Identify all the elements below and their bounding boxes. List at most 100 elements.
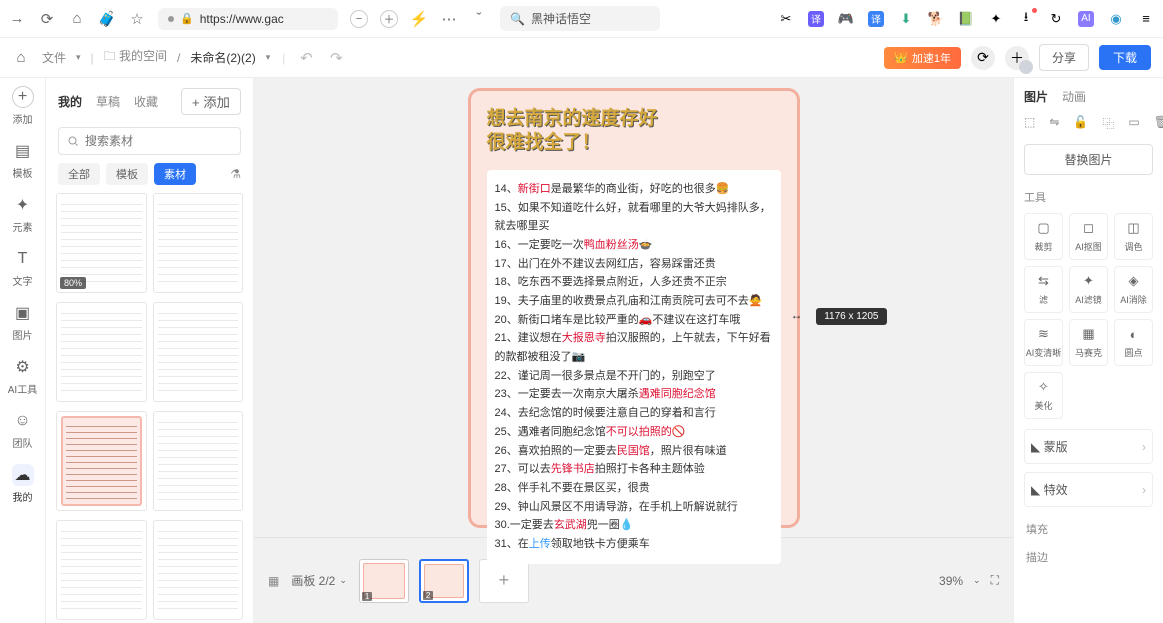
download-button[interactable]: 下载 bbox=[1099, 45, 1151, 70]
asset-thumb[interactable] bbox=[56, 411, 147, 511]
tool-裁剪[interactable]: ▢裁剪 bbox=[1024, 213, 1063, 260]
rail-add[interactable]: +添加 bbox=[12, 86, 34, 126]
asset-thumb[interactable] bbox=[153, 302, 244, 402]
rail-mine[interactable]: ☁我的 bbox=[12, 464, 34, 504]
replace-image-button[interactable]: 替换图片 bbox=[1024, 144, 1153, 175]
flip-icon[interactable]: ⇋ bbox=[1049, 115, 1059, 132]
zoom-out-icon[interactable]: − bbox=[350, 10, 368, 28]
rail-team[interactable]: ☺团队 bbox=[12, 410, 34, 450]
ext-book-icon[interactable]: 📗 bbox=[957, 10, 975, 28]
share-button[interactable]: 分享 bbox=[1039, 44, 1089, 71]
star-icon[interactable]: ☆ bbox=[128, 10, 146, 28]
fill-label: 填充 bbox=[1024, 515, 1153, 543]
filter-template[interactable]: 模板 bbox=[106, 163, 148, 185]
reload-icon[interactable]: ⟳ bbox=[38, 10, 56, 28]
artboard[interactable]: 想去南京的速度存好 很难找全了！ 14、新街口是最繁华的商业街，好吃的也很多🍔1… bbox=[468, 88, 800, 528]
size-tooltip: 1176 x 1205 bbox=[816, 308, 886, 325]
back-icon[interactable]: → bbox=[8, 10, 26, 28]
tool-AI变清晰[interactable]: ≋AI变清晰 bbox=[1024, 319, 1063, 366]
undo-icon[interactable]: ↶ bbox=[297, 49, 315, 67]
page-thumb-1[interactable]: 1 bbox=[359, 559, 409, 603]
tab-draft[interactable]: 草稿 bbox=[96, 93, 120, 110]
rail-template[interactable]: ▤模板 bbox=[12, 140, 34, 180]
ext-swirl-icon[interactable]: ◉ bbox=[1107, 10, 1125, 28]
tool-滤[interactable]: ⇆滤 bbox=[1024, 266, 1063, 313]
rp-tab-anim[interactable]: 动画 bbox=[1062, 88, 1086, 105]
copy-icon[interactable]: ⿻ bbox=[1102, 115, 1114, 132]
add-asset-button[interactable]: + 添加 bbox=[181, 88, 241, 115]
canvas[interactable]: 想去南京的速度存好 很难找全了！ 14、新街口是最繁华的商业街，好吃的也很多🍔1… bbox=[254, 78, 1013, 537]
ext-download-icon[interactable]: ⬇ bbox=[897, 10, 915, 28]
asset-search-input[interactable] bbox=[58, 127, 241, 155]
fx-row[interactable]: ◣ 特效› bbox=[1024, 472, 1153, 507]
ext-translate-icon[interactable]: 译 bbox=[807, 10, 825, 28]
filter-all[interactable]: 全部 bbox=[58, 163, 100, 185]
asset-thumb[interactable]: 80% bbox=[56, 193, 147, 293]
rail-image[interactable]: ▣图片 bbox=[12, 302, 34, 342]
ext-refresh-icon[interactable]: ↻ bbox=[1047, 10, 1065, 28]
zoom-in-icon[interactable]: ＋ bbox=[380, 10, 398, 28]
ext-ai-icon[interactable]: AI bbox=[1077, 10, 1095, 28]
ext-translate2-icon[interactable]: 译 bbox=[867, 10, 885, 28]
briefcase-icon[interactable]: 🧳 bbox=[98, 10, 116, 28]
home-icon[interactable]: ⌂ bbox=[68, 10, 86, 28]
vip-button[interactable]: 👑 加速1年 bbox=[884, 47, 961, 69]
filter-icon[interactable]: ⚗ bbox=[230, 167, 241, 181]
file-menu[interactable]: 文件 bbox=[42, 49, 66, 66]
asset-panel: 我的 草稿 收藏 + 添加 全部 模板 素材 ⚗ 80% bbox=[46, 78, 254, 623]
asset-thumb[interactable] bbox=[56, 520, 147, 620]
tool-美化[interactable]: ✧美化 bbox=[1024, 372, 1063, 419]
lock-icon[interactable]: 🔓 bbox=[1073, 115, 1088, 132]
delete-icon[interactable]: 🗑 bbox=[1154, 115, 1163, 132]
tool-AI消除[interactable]: ◈AI消除 bbox=[1114, 266, 1153, 313]
filter-material[interactable]: 素材 bbox=[154, 163, 196, 185]
tool-圆点[interactable]: ◐圆点 bbox=[1114, 319, 1153, 366]
resize-handle[interactable]: ↔ bbox=[791, 308, 803, 322]
tab-fav[interactable]: 收藏 bbox=[134, 93, 158, 110]
tab-mine[interactable]: 我的 bbox=[58, 93, 82, 110]
layers-icon[interactable]: ▦ bbox=[268, 574, 279, 588]
asset-thumb[interactable] bbox=[153, 411, 244, 511]
asset-thumb[interactable] bbox=[153, 193, 244, 293]
url-bar[interactable]: 🔒 https://www.gac bbox=[158, 8, 338, 30]
lock-icon: 🔒 bbox=[180, 12, 194, 25]
redo-icon[interactable]: ↷ bbox=[327, 49, 345, 67]
add-member-icon[interactable]: ＋ bbox=[1005, 46, 1029, 70]
fit-icon[interactable]: ⛶ bbox=[991, 573, 999, 588]
space-link[interactable]: 🗀 我的空间 bbox=[104, 47, 167, 68]
history-icon[interactable]: ⟳ bbox=[971, 46, 995, 70]
rail-text[interactable]: T文字 bbox=[12, 248, 34, 288]
app-home-icon[interactable]: ⌂ bbox=[12, 49, 30, 67]
ext-game-icon[interactable]: 🎮 bbox=[837, 10, 855, 28]
ext-puzzle-icon[interactable]: ✦ bbox=[987, 10, 1005, 28]
add-page-button[interactable]: + bbox=[479, 559, 529, 603]
search-text: 黑神话悟空 bbox=[531, 10, 591, 27]
asset-thumb[interactable] bbox=[56, 302, 147, 402]
chevron-down-icon[interactable]: ˇ bbox=[470, 10, 488, 28]
more-icon[interactable]: ⋯ bbox=[440, 10, 458, 28]
rail-ai[interactable]: ⚙AI工具 bbox=[8, 356, 37, 396]
ext-dl2-icon[interactable]: ⭳ bbox=[1017, 10, 1035, 28]
tool-AI滤镜[interactable]: ✦AI滤镜 bbox=[1069, 266, 1108, 313]
art-title-2: 很难找全了！ bbox=[487, 131, 781, 156]
search-box[interactable]: 🔍 黑神话悟空 bbox=[500, 6, 660, 31]
page-thumb-2[interactable]: 2 bbox=[419, 559, 469, 603]
ext-menu-icon[interactable]: ≡ bbox=[1137, 10, 1155, 28]
doc-name[interactable]: 未命名(2)(2) bbox=[190, 49, 255, 66]
align-icon[interactable]: ⬚ bbox=[1024, 115, 1035, 132]
tool-调色[interactable]: ◫调色 bbox=[1114, 213, 1153, 260]
tool-马赛克[interactable]: ▦马赛克 bbox=[1069, 319, 1108, 366]
flash-icon[interactable]: ⚡ bbox=[410, 10, 428, 28]
tool-AI抠图[interactable]: ◻AI抠图 bbox=[1069, 213, 1108, 260]
left-rail: +添加 ▤模板 ✦元素 T文字 ▣图片 ⚙AI工具 ☺团队 ☁我的 bbox=[0, 78, 46, 623]
mask-row[interactable]: ◣ 蒙版› bbox=[1024, 429, 1153, 464]
ext-shiba-icon[interactable]: 🐕 bbox=[927, 10, 945, 28]
asset-thumb[interactable] bbox=[153, 520, 244, 620]
zoom-value[interactable]: 39% bbox=[939, 574, 963, 588]
tools-title: 工具 bbox=[1024, 189, 1153, 205]
cut-icon[interactable]: ✂ bbox=[777, 10, 795, 28]
layer-icon[interactable]: ▭ bbox=[1128, 115, 1139, 132]
page-indicator[interactable]: 画板 2/2 ⌄ bbox=[291, 572, 347, 589]
rail-element[interactable]: ✦元素 bbox=[12, 194, 34, 234]
rp-tab-image[interactable]: 图片 bbox=[1024, 88, 1048, 105]
